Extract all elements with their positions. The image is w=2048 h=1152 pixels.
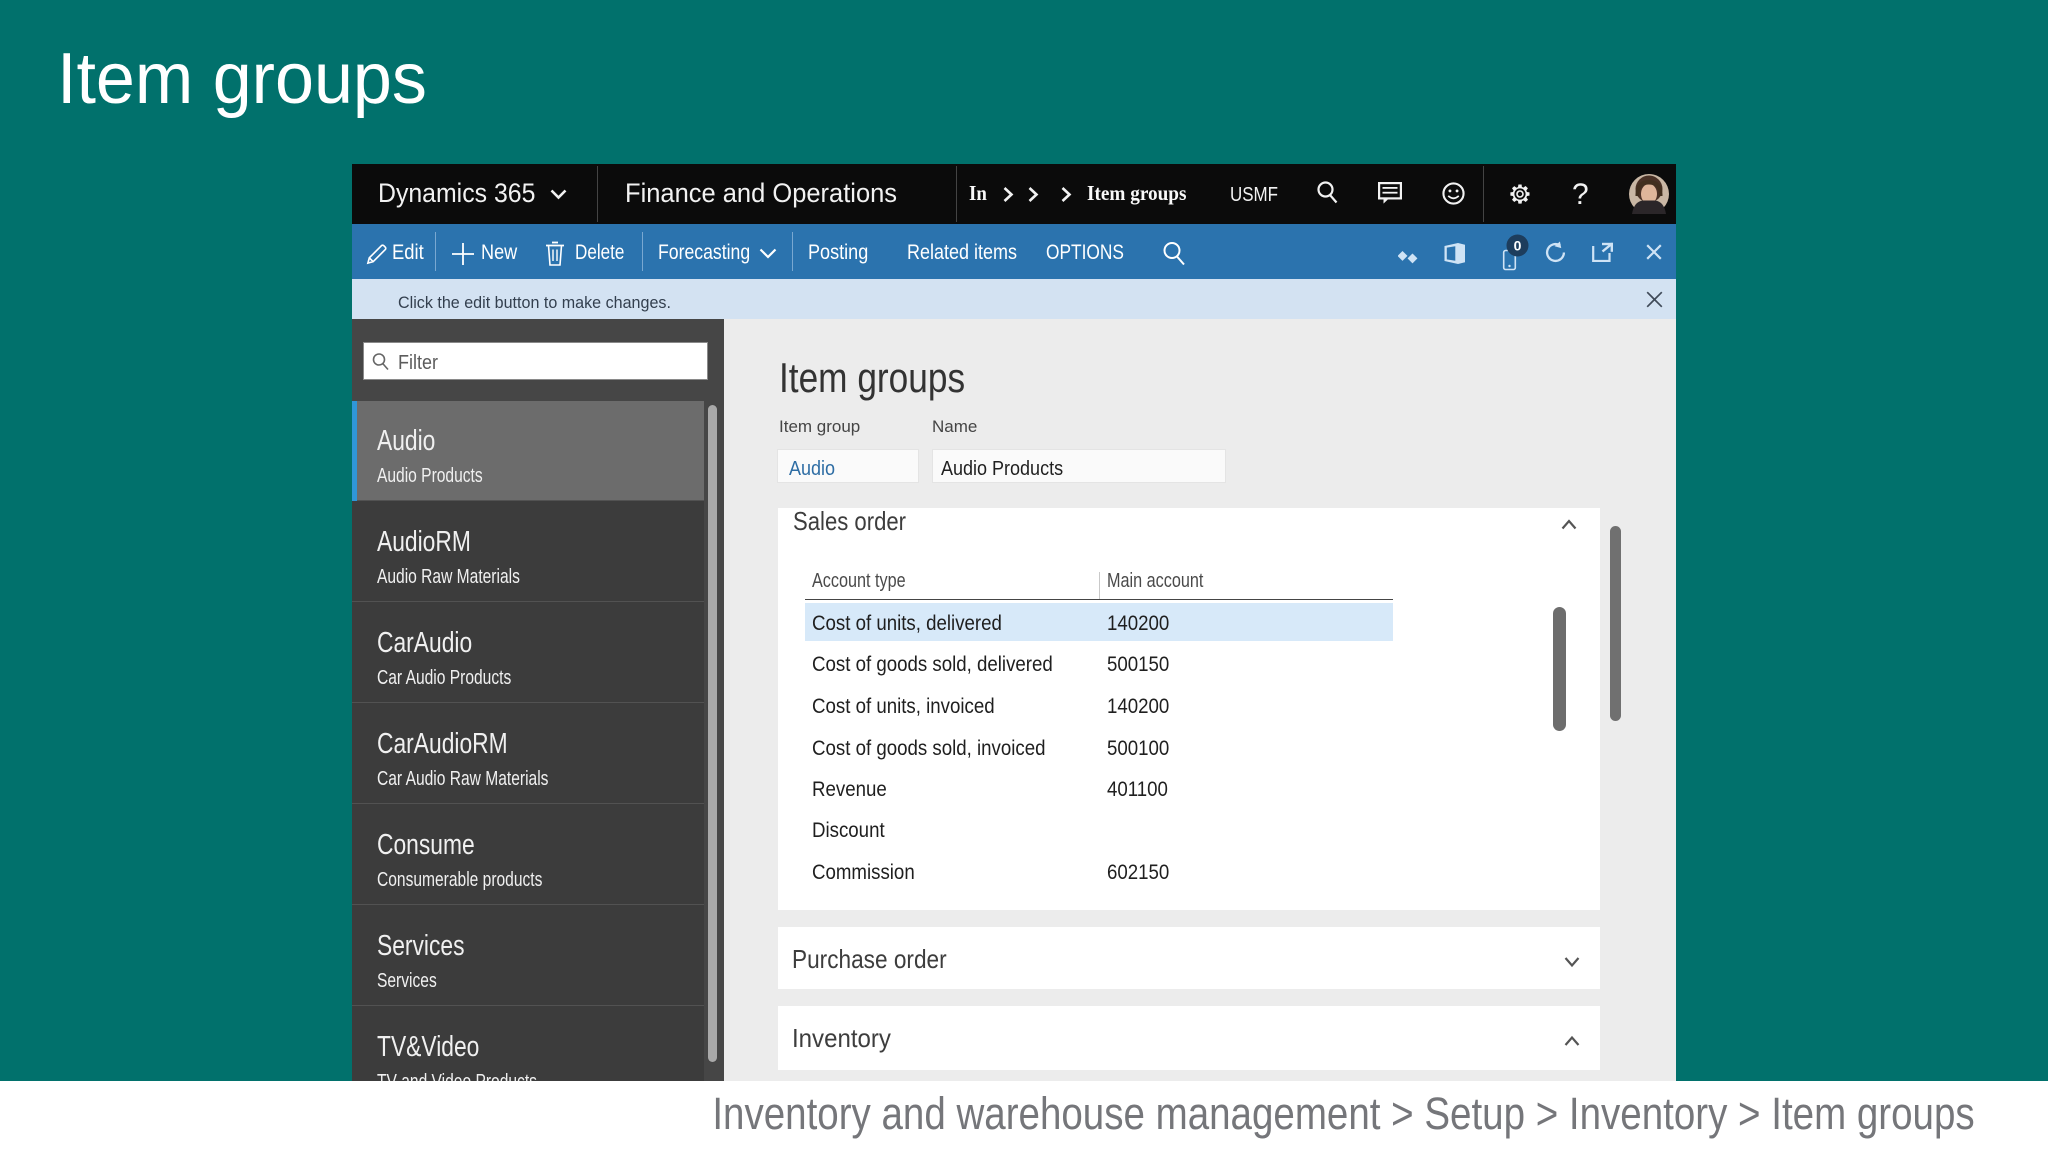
svg-text:0: 0 [1514, 238, 1522, 254]
